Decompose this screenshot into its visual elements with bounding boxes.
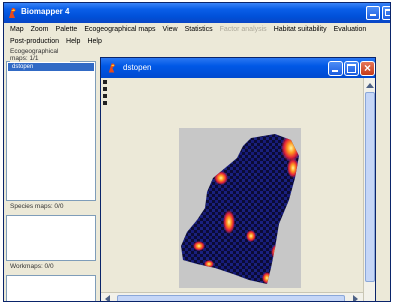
- biomapper-main-window: Biomapper 4 Map Zoom Palette Ecogeograph…: [3, 2, 391, 302]
- menubar-row-1: Map Zoom Palette Ecogeographical maps Vi…: [10, 24, 373, 36]
- menu-map[interactable]: Map: [10, 24, 24, 36]
- scroll-up-icon[interactable]: [366, 83, 374, 88]
- maximize-icon: [385, 9, 390, 16]
- map-toolbar: [102, 80, 108, 110]
- map-close-button[interactable]: ×: [360, 61, 375, 76]
- menu-evaluation[interactable]: Evaluation: [334, 24, 367, 36]
- map-window-titlebar[interactable]: dstopen ×: [101, 58, 375, 78]
- species-maps-header: Species maps: 0/0: [10, 203, 64, 210]
- ecogeographical-maps-header: Ecogeographical maps: 1/1: [10, 48, 70, 62]
- toolbar-dot-icon[interactable]: [103, 94, 107, 98]
- vertical-scroll-thumb[interactable]: [365, 92, 375, 282]
- workmaps-list[interactable]: [6, 275, 96, 301]
- horizontal-scroll-thumb[interactable]: [117, 295, 345, 301]
- minimize-icon: [332, 70, 338, 72]
- list-item-dstopen[interactable]: dstopen: [8, 63, 94, 71]
- map-window-title: dstopen: [123, 63, 152, 72]
- map-lists-panel: dstopen Ecogeographical maps: 1/1 Specie…: [4, 47, 96, 301]
- toolbar-dot-icon[interactable]: [103, 80, 107, 84]
- toolbar-dot-icon[interactable]: [103, 87, 107, 91]
- menubar: Map Zoom Palette Ecogeographical maps Vi…: [4, 23, 390, 47]
- biomapper-app-icon: [9, 8, 16, 18]
- app-title: Biomapper 4: [21, 7, 70, 16]
- scroll-left-icon[interactable]: [105, 295, 110, 301]
- menu-factor-analysis: Factor analysis: [219, 26, 267, 33]
- app-maximize-button[interactable]: [382, 6, 390, 20]
- menu-palette[interactable]: Palette: [56, 24, 78, 36]
- map-background: [179, 128, 301, 288]
- maximize-icon: [347, 64, 356, 73]
- minimize-icon: [370, 14, 376, 16]
- menu-view[interactable]: View: [163, 24, 178, 36]
- menu-ecogeographical-maps[interactable]: Ecogeographical maps: [84, 24, 155, 36]
- menu-statistics[interactable]: Statistics: [185, 24, 213, 36]
- menu-habitat-suitability[interactable]: Habitat suitability: [274, 24, 327, 36]
- map-canvas-area: [101, 78, 375, 301]
- close-icon: ×: [363, 61, 371, 75]
- map-window-dstopen: dstopen ×: [100, 57, 376, 301]
- workmaps-header: Workmaps: 0/0: [10, 263, 54, 270]
- vertical-scrollbar[interactable]: [363, 78, 375, 301]
- horizontal-scrollbar[interactable]: [101, 292, 363, 301]
- biomapper-app-icon: [108, 63, 116, 73]
- toolbar-dot-icon[interactable]: [103, 101, 107, 105]
- menu-zoom[interactable]: Zoom: [31, 24, 49, 36]
- dstopen-raster-map[interactable]: [179, 128, 301, 288]
- app-titlebar[interactable]: Biomapper 4: [4, 3, 390, 23]
- scroll-right-icon[interactable]: [353, 295, 358, 301]
- app-minimize-button[interactable]: [366, 6, 380, 20]
- map-maximize-button[interactable]: [344, 61, 359, 76]
- species-maps-list[interactable]: [6, 215, 96, 261]
- map-minimize-button[interactable]: [328, 61, 343, 76]
- ecogeographical-maps-list[interactable]: dstopen: [6, 61, 96, 201]
